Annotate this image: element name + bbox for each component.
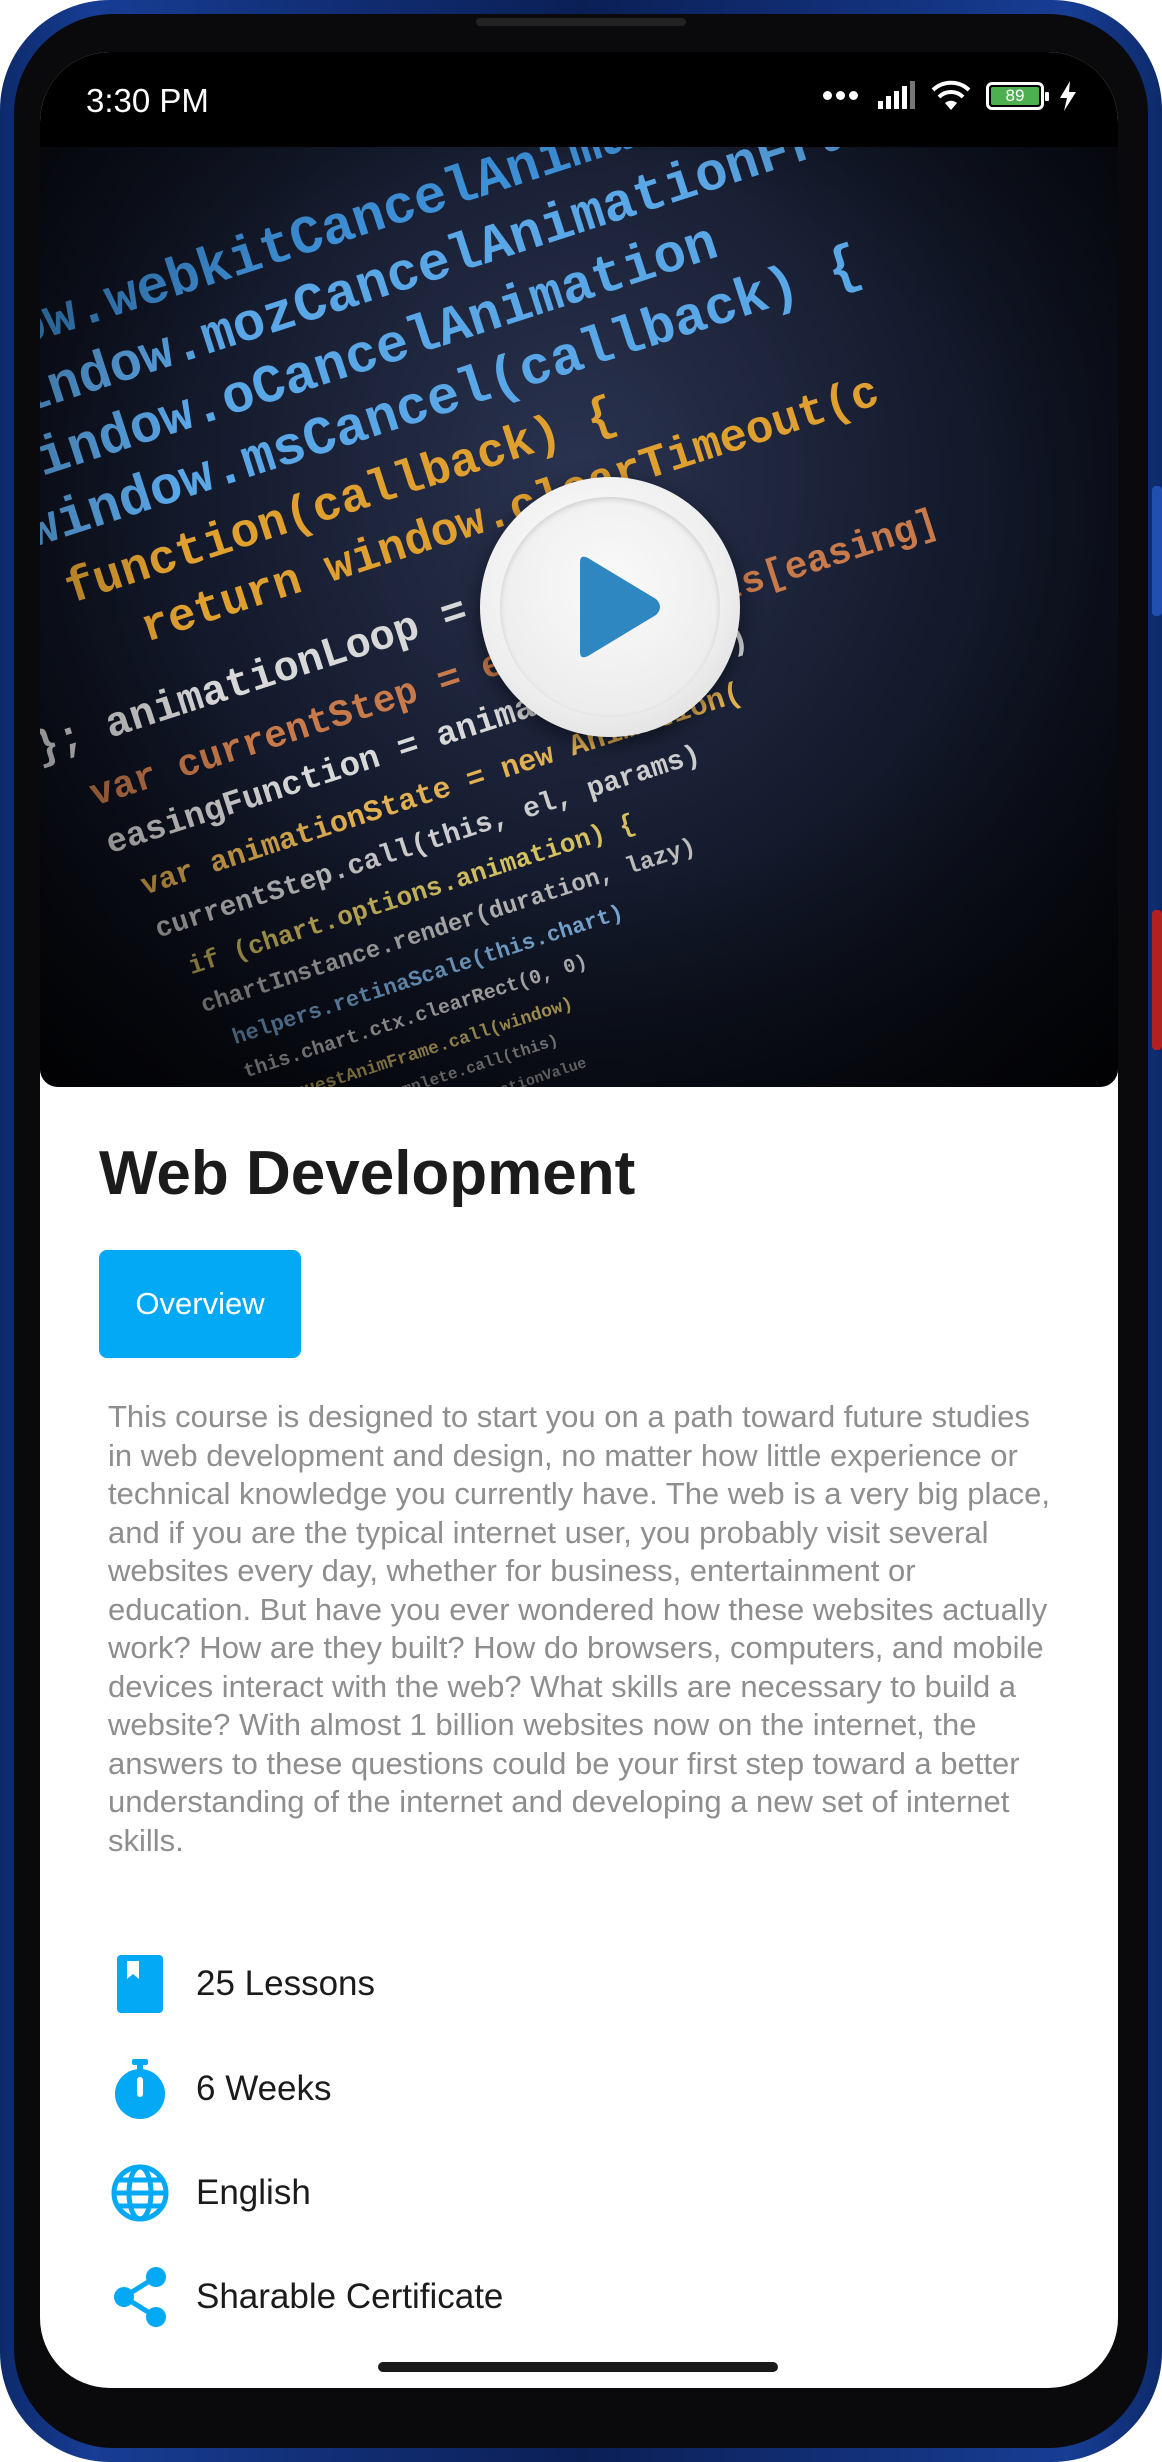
- play-button[interactable]: [480, 477, 740, 737]
- status-time: 3:30 PM: [86, 82, 209, 119]
- globe-icon: [108, 2161, 172, 2225]
- feature-label: 6 Weeks: [196, 2069, 332, 2108]
- signal-icon: [878, 81, 915, 109]
- power-button: [1152, 910, 1162, 1050]
- feature-duration: 6 Weeks: [108, 2057, 332, 2121]
- wifi-icon: [931, 80, 971, 110]
- share-icon: [108, 2265, 172, 2329]
- course-video[interactable]: window.webkitCancelAnimationFrame window…: [40, 147, 1118, 1087]
- feature-language: English: [108, 2161, 311, 2225]
- charging-icon: [1060, 81, 1076, 111]
- feature-lessons: 25 Lessons: [108, 1952, 375, 2016]
- course-title: Web Development: [99, 1139, 636, 1208]
- feature-label: Sharable Certificate: [196, 2277, 504, 2316]
- stopwatch-icon: [108, 2057, 172, 2121]
- feature-label: 25 Lessons: [196, 1964, 376, 2003]
- course-description: This course is designed to start you on …: [108, 1399, 1051, 1858]
- speaker-slot: [476, 18, 686, 26]
- overview-tab-button[interactable]: Overview: [99, 1250, 301, 1358]
- more-dots-icon: [823, 87, 862, 105]
- play-icon: [580, 556, 660, 658]
- status-icons: 89: [823, 80, 1078, 112]
- book-icon: [108, 1952, 172, 2016]
- feature-certificate: Sharable Certificate: [108, 2265, 503, 2329]
- screen: 3:30 PM 89 Web Development Overview This…: [40, 52, 1118, 2388]
- battery-level: 89: [1005, 86, 1025, 105]
- status-bar: 3:30 PM 89: [40, 52, 1118, 147]
- phone-frame: 3:30 PM 89 Web Development Overview This…: [0, 0, 1162, 2462]
- volume-button: [1152, 486, 1162, 616]
- feature-label: English: [196, 2173, 311, 2212]
- battery-icon: 89: [986, 82, 1049, 110]
- home-indicator[interactable]: [378, 2362, 778, 2372]
